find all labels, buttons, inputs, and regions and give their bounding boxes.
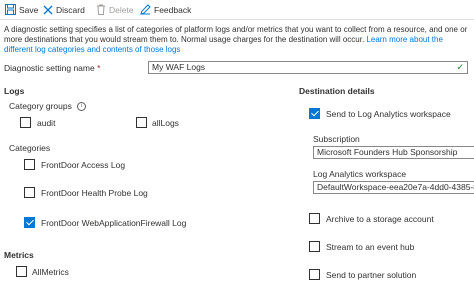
delete-label: Delete — [109, 4, 134, 15]
log-analytics-label: Send to Log Analytics workspace — [326, 109, 451, 119]
frontdoor-health-probe-log-label: FrontDoor Health Probe Log — [41, 188, 148, 198]
logs-heading: Logs — [4, 86, 25, 96]
partner-solution-label: Send to partner solution — [326, 270, 417, 280]
frontdoor-waf-log-checkbox[interactable] — [24, 217, 35, 228]
trash-icon — [96, 4, 106, 15]
description: A diagnostic setting specifies a list of… — [4, 25, 470, 55]
subscription-label: Subscription — [313, 134, 360, 144]
destination-heading: Destination details — [299, 86, 375, 96]
workspace-value: DefaultWorkspace-eea20e7a-4dd0-4385-80d6 — [317, 182, 474, 192]
feedback-button[interactable]: Feedback — [140, 3, 191, 16]
alllogs-checkbox[interactable] — [136, 117, 147, 128]
allmetrics-label: AllMetrics — [32, 267, 69, 277]
delete-button[interactable]: Delete — [96, 3, 134, 16]
save-button[interactable]: Save — [5, 3, 38, 16]
save-label: Save — [19, 4, 39, 15]
valid-check-icon: ✓ — [456, 62, 464, 72]
discard-button[interactable]: Discard — [43, 3, 85, 16]
workspace-select[interactable]: DefaultWorkspace-eea20e7a-4dd0-4385-80d6 — [313, 181, 474, 194]
info-icon[interactable]: i — [77, 102, 87, 112]
frontdoor-waf-log-label: FrontDoor WebApplicationFirewall Log — [41, 218, 187, 228]
subscription-value: Microsoft Founders Hub Sponsorship — [317, 147, 458, 157]
frontdoor-access-log-label: FrontDoor Access Log — [41, 160, 126, 170]
audit-label: audit — [37, 118, 56, 128]
feedback-icon — [140, 4, 151, 15]
feedback-label: Feedback — [154, 4, 192, 15]
audit-checkbox[interactable] — [20, 117, 31, 128]
command-bar: Save Discard Delete Feedback — [0, 0, 474, 20]
allmetrics-checkbox[interactable] — [16, 266, 27, 277]
setting-name-value: My WAF Logs — [152, 62, 206, 72]
storage-account-label: Archive to a storage account — [326, 214, 434, 224]
required-marker: * — [97, 63, 101, 73]
event-hub-checkbox[interactable] — [309, 241, 320, 252]
storage-account-checkbox[interactable] — [309, 213, 320, 224]
partner-solution-checkbox[interactable] — [309, 269, 320, 280]
discard-icon — [43, 5, 53, 15]
frontdoor-health-probe-log-checkbox[interactable] — [24, 187, 35, 198]
setting-name-label: Diagnostic setting name * — [4, 63, 100, 73]
setting-name-input[interactable]: My WAF Logs ✓ — [148, 61, 468, 74]
discard-label: Discard — [56, 4, 85, 15]
log-analytics-checkbox[interactable] — [309, 108, 320, 119]
category-groups-label-text: Category groups — [9, 101, 72, 111]
alllogs-label: allLogs — [152, 118, 179, 128]
subscription-select[interactable]: Microsoft Founders Hub Sponsorship — [313, 146, 474, 159]
workspace-label: Log Analytics workspace — [313, 169, 407, 179]
event-hub-label: Stream to an event hub — [326, 242, 415, 252]
metrics-heading: Metrics — [4, 250, 34, 260]
category-groups-label: Category groups i — [9, 101, 87, 112]
save-icon — [5, 4, 16, 15]
frontdoor-access-log-checkbox[interactable] — [24, 159, 35, 170]
setting-name-label-text: Diagnostic setting name — [4, 63, 95, 73]
categories-label: Categories — [9, 143, 51, 153]
